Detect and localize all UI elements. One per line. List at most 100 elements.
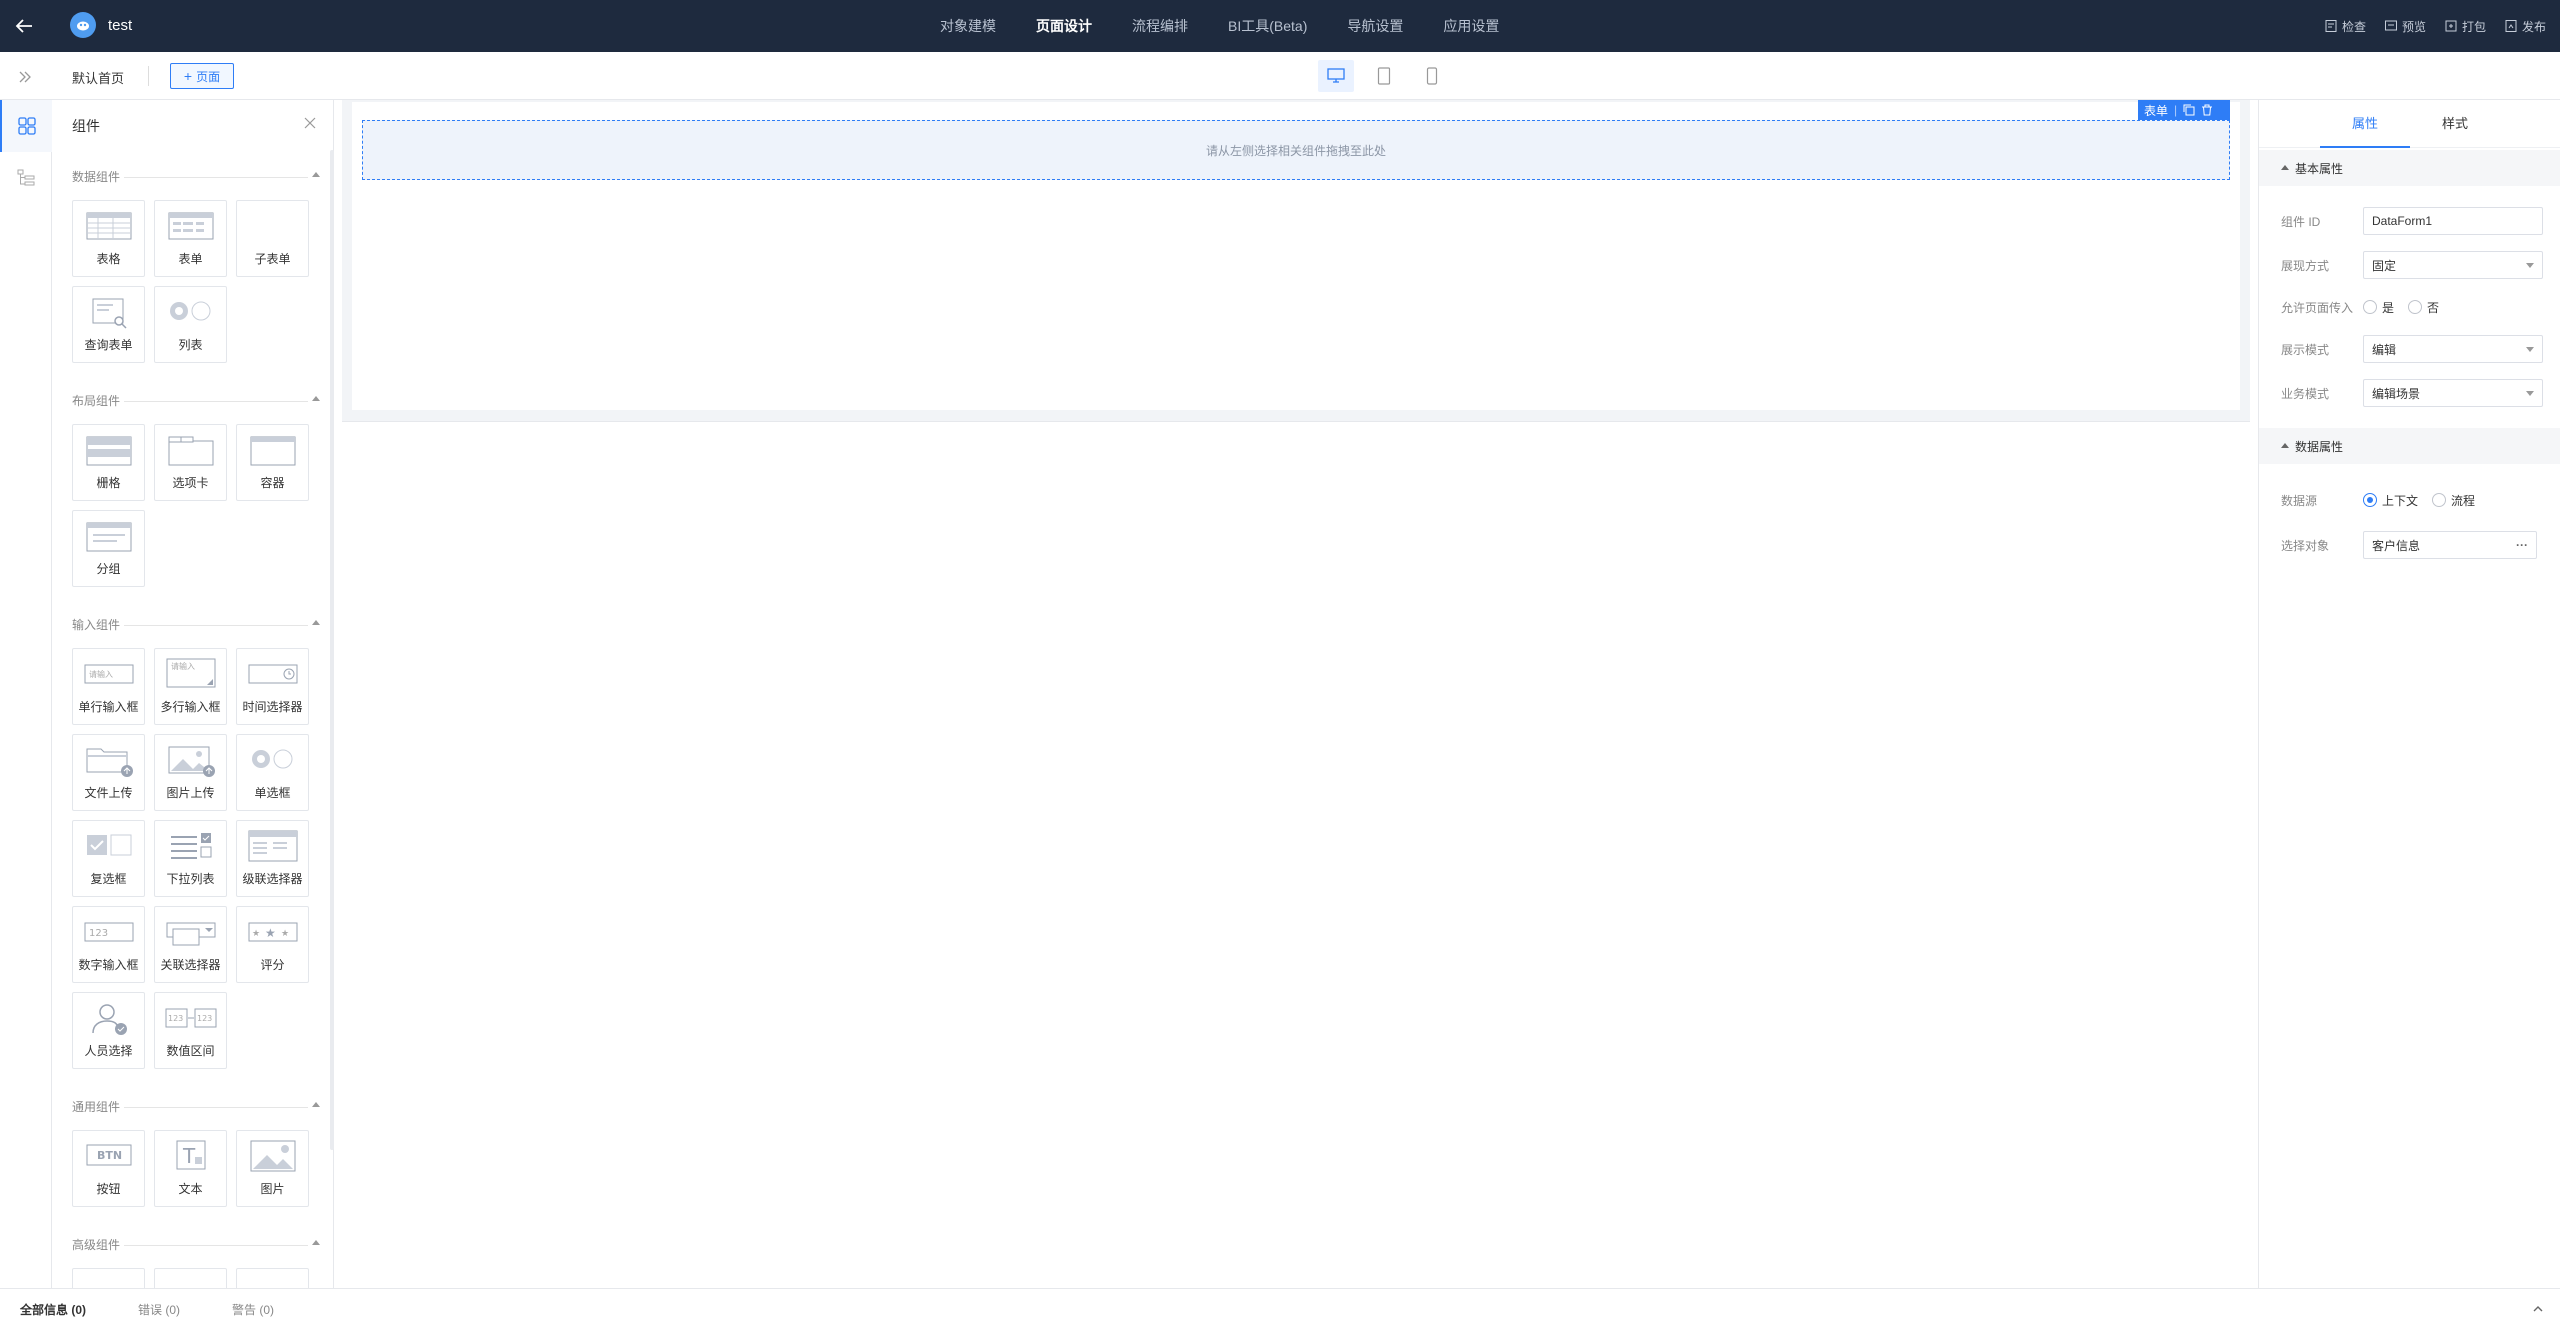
component-list[interactable]: 列表	[154, 286, 227, 363]
close-panel-button[interactable]	[301, 114, 319, 132]
desktop-view-button[interactable]	[1318, 60, 1354, 92]
row-show-mode: 展示模式 编辑	[2281, 335, 2551, 363]
tab-properties[interactable]: 属性	[2320, 100, 2410, 148]
allow-pass-label: 允许页面传入	[2281, 300, 2354, 315]
double-chevron-right-icon	[19, 71, 31, 83]
component-advanced-3[interactable]	[236, 1268, 309, 1288]
component-label: 单行输入框	[78, 700, 139, 714]
component-rating[interactable]: ★ ★ ★ 评分	[236, 906, 309, 983]
arrow-left-icon	[15, 19, 32, 33]
tab-all-messages[interactable]: 全部信息 (0)	[20, 1301, 86, 1318]
component-button[interactable]: BTN 按钮	[72, 1130, 145, 1207]
top-actions: 检查 预览 打包 发布	[2324, 0, 2546, 52]
component-multi-line-input[interactable]: 请输入 多行输入框	[154, 648, 227, 725]
outline-tab-button[interactable]	[0, 152, 52, 204]
publish-button[interactable]: 发布	[2504, 18, 2546, 35]
tablet-view-button[interactable]	[1366, 60, 1402, 92]
tabs-icon	[168, 436, 214, 466]
component-container[interactable]: 容器	[236, 424, 309, 501]
component-single-line-input[interactable]: 请输入 单行输入框	[72, 648, 145, 725]
more-icon[interactable]: ···	[2516, 538, 2528, 552]
pack-button[interactable]: 打包	[2444, 18, 2486, 35]
svg-text:★: ★	[281, 929, 289, 939]
component-relation-picker[interactable]: 关联选择器	[154, 906, 227, 983]
tab-errors[interactable]: 错误 (0)	[138, 1301, 180, 1318]
expand-button[interactable]	[14, 66, 36, 88]
component-radio[interactable]: 单选框	[236, 734, 309, 811]
top-nav: 对象建模 页面设计 流程编排 BI工具(Beta) 导航设置 应用设置	[920, 0, 1519, 52]
check-label: 检查	[2341, 19, 2366, 34]
component-query-form[interactable]: 查询表单	[72, 286, 145, 363]
tab-warnings[interactable]: 警告 (0)	[232, 1301, 274, 1318]
tab-styles[interactable]: 样式	[2410, 100, 2500, 148]
check-button[interactable]: 检查	[2324, 18, 2366, 35]
nav-flow[interactable]: 流程编排	[1112, 0, 1208, 52]
allow-pass-no-radio[interactable]: 否	[2408, 299, 2439, 316]
component-form[interactable]: 表单	[154, 200, 227, 277]
nav-navigation-settings[interactable]: 导航设置	[1327, 0, 1423, 52]
number-range-icon-min: 123	[168, 1014, 183, 1023]
select-object-input[interactable]: 客户信息 ···	[2363, 531, 2537, 559]
nav-app-settings[interactable]: 应用设置	[1423, 0, 1519, 52]
component-text[interactable]: T 文本	[154, 1130, 227, 1207]
allow-pass-yes-radio[interactable]: 是	[2363, 299, 2394, 316]
component-label: 级联选择器	[242, 872, 303, 886]
category-input-label: 输入组件	[72, 618, 121, 632]
group-icon	[86, 522, 132, 552]
component-file-upload[interactable]: 文件上传	[72, 734, 145, 811]
tab-errors-count: (0)	[165, 1303, 181, 1317]
preview-button[interactable]: 预览	[2384, 18, 2426, 35]
row-select-object: 选择对象 客户信息 ···	[2281, 531, 2551, 559]
section-basic-properties[interactable]: 基本属性	[2259, 150, 2560, 186]
component-time-picker[interactable]: 时间选择器	[236, 648, 309, 725]
datasource-context-radio[interactable]: 上下文	[2363, 492, 2418, 509]
component-image[interactable]: 图片	[236, 1130, 309, 1207]
nav-object-modeling[interactable]: 对象建模	[920, 0, 1016, 52]
copy-component-button[interactable]	[2183, 104, 2195, 116]
component-grid[interactable]: 栅格	[72, 424, 145, 501]
components-tab-button[interactable]	[0, 100, 52, 152]
grid-layout-icon	[86, 436, 132, 466]
component-cascader[interactable]: 级联选择器	[236, 820, 309, 897]
nav-bi-tool[interactable]: BI工具(Beta)	[1208, 0, 1327, 52]
current-page-name[interactable]: 默认首页	[72, 68, 124, 87]
component-image-upload[interactable]: 图片上传	[154, 734, 227, 811]
pack-label: 打包	[2461, 19, 2486, 34]
datasource-flow-radio[interactable]: 流程	[2432, 492, 2475, 509]
collapse-triangle-icon[interactable]	[312, 1240, 320, 1245]
component-label: 文件上传	[84, 786, 133, 800]
mobile-view-button[interactable]	[1414, 60, 1450, 92]
rating-icon: ★ ★ ★	[248, 922, 298, 942]
component-advanced-2[interactable]	[154, 1268, 227, 1288]
component-advanced-1[interactable]	[72, 1268, 145, 1288]
component-group[interactable]: 分组	[72, 510, 145, 587]
back-button[interactable]	[10, 11, 40, 41]
device-switcher	[1318, 60, 1450, 92]
component-number-input[interactable]: 123 数字输入框	[72, 906, 145, 983]
display-way-select[interactable]: 固定	[2363, 251, 2543, 279]
component-id-input[interactable]: DataForm1	[2363, 207, 2543, 235]
component-dropdown-list[interactable]: 下拉列表	[154, 820, 227, 897]
component-subform[interactable]: 子表单	[236, 200, 309, 277]
radio-icon	[252, 749, 293, 769]
biz-mode-select[interactable]: 编辑场景	[2363, 379, 2543, 407]
row-component-id: 组件 ID DataForm1	[2281, 207, 2551, 235]
component-table[interactable]: 表格	[72, 200, 145, 277]
delete-component-button[interactable]	[2201, 104, 2213, 116]
expand-messages-button[interactable]	[2530, 1301, 2546, 1317]
nav-page-design[interactable]: 页面设计	[1016, 0, 1112, 52]
add-page-button[interactable]: + 页面	[170, 63, 234, 89]
collapse-triangle-icon[interactable]	[312, 396, 320, 401]
component-tabs[interactable]: 选项卡	[154, 424, 227, 501]
collapse-triangle-icon[interactable]	[312, 620, 320, 625]
component-user-select[interactable]: 人员选择	[72, 992, 145, 1069]
component-number-range[interactable]: 123 123 数值区间	[154, 992, 227, 1069]
collapse-triangle-icon[interactable]	[312, 172, 320, 177]
form-drop-zone[interactable]: 请从左侧选择相关组件拖拽至此处	[362, 120, 2230, 180]
show-mode-select[interactable]: 编辑	[2363, 335, 2543, 363]
component-checkbox[interactable]: 复选框	[72, 820, 145, 897]
section-data-properties[interactable]: 数据属性	[2259, 428, 2560, 464]
top-bar: test 对象建模 页面设计 流程编排 BI工具(Beta) 导航设置 应用设置…	[0, 0, 2560, 52]
collapse-triangle-icon[interactable]	[312, 1102, 320, 1107]
category-general-label: 通用组件	[72, 1100, 121, 1114]
